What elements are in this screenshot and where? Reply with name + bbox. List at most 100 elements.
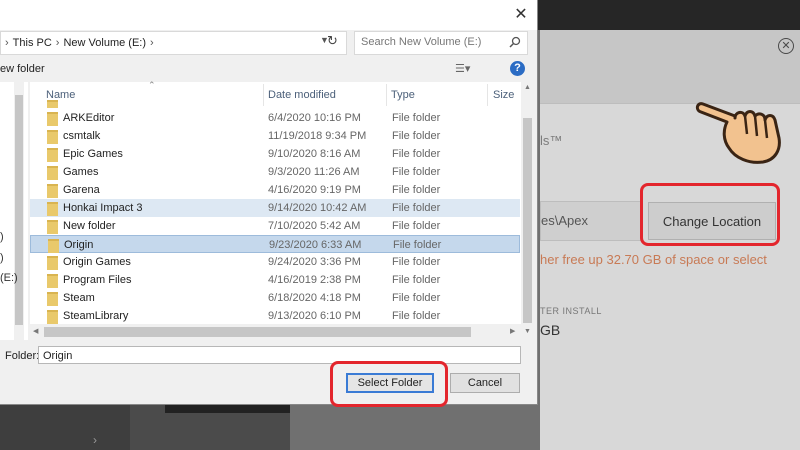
row-name: Games	[63, 166, 99, 178]
row-name: Origin	[64, 239, 94, 251]
pointing-hand-icon	[695, 102, 781, 164]
table-row-selected[interactable]: Origin 9/23/2020 6:33 AM File folder	[30, 235, 520, 253]
folder-icon	[47, 112, 58, 126]
search-placeholder: Search New Volume (E:)	[361, 36, 482, 48]
folder-icon	[47, 310, 58, 324]
row-date: 9/24/2020 3:36 PM	[268, 256, 361, 268]
folder-icon	[47, 256, 58, 270]
row-name: Steam	[63, 292, 95, 304]
row-date: 4/16/2020 9:19 PM	[268, 184, 361, 196]
nav-scrollbar-thumb[interactable]	[15, 95, 23, 325]
scroll-left-icon[interactable]: ◀	[33, 327, 38, 335]
dialog-close-icon[interactable]: ✕	[510, 4, 532, 26]
row-type: File folder	[393, 239, 442, 251]
game-title-fragment: ls™	[540, 133, 563, 148]
refresh-icon[interactable]: ↻	[327, 33, 338, 49]
search-icon[interactable]	[509, 36, 521, 48]
dialog-title-bar	[0, 0, 537, 30]
row-type: File folder	[392, 202, 441, 214]
after-install-size: GB	[540, 322, 561, 338]
row-name: Origin Games	[63, 256, 131, 268]
nav-item[interactable]: )	[0, 231, 4, 243]
scroll-right-icon[interactable]: ▶	[510, 327, 515, 335]
chevron-right-icon: ›	[93, 433, 97, 447]
table-row[interactable]: Origin Games 9/24/2020 3:36 PM File folder	[30, 253, 520, 271]
row-name: Program Files	[63, 274, 132, 286]
row-date: 9/14/2020 10:42 AM	[268, 202, 367, 214]
highlight-change-location	[640, 183, 780, 246]
folder-icon	[47, 274, 58, 288]
table-row[interactable]: Garena 4/16/2020 9:19 PM File folder	[30, 181, 520, 199]
sort-arrow-icon: ⌃	[148, 80, 156, 90]
nav-item-e-drive[interactable]: (E:)	[0, 272, 18, 284]
horizontal-scrollbar-thumb[interactable]	[44, 327, 471, 337]
row-name: Epic Games	[63, 148, 123, 160]
table-row-hovered[interactable]: Honkai Impact 3 9/14/2020 10:42 AM File fo…	[30, 199, 520, 217]
address-bar[interactable]: › This PC › New Volume (E:) › ▼	[0, 31, 347, 55]
row-name: ARKEditor	[63, 112, 115, 124]
breadcrumb-this-pc[interactable]: This PC	[13, 37, 52, 49]
row-type: File folder	[392, 274, 441, 286]
row-type: File folder	[392, 112, 441, 124]
row-type: File folder	[392, 220, 441, 232]
row-date: 9/23/2020 6:33 AM	[269, 239, 362, 251]
row-name: Garena	[63, 184, 100, 196]
install-path-value: es\Apex	[541, 213, 588, 228]
row-name: SteamLibrary	[63, 310, 129, 322]
vertical-scrollbar-thumb[interactable]	[523, 118, 532, 323]
row-name: Honkai Impact 3	[63, 202, 143, 214]
table-row[interactable]: Steam 6/18/2020 4:18 PM File folder	[30, 289, 520, 307]
chevron-right-icon: ›	[5, 37, 9, 49]
row-type: File folder	[392, 130, 441, 142]
row-type: File folder	[392, 310, 441, 322]
folder-icon	[47, 130, 58, 144]
row-date: 9/13/2020 6:10 PM	[268, 310, 361, 322]
scroll-down-icon[interactable]: ▼	[524, 328, 531, 335]
space-warning: her free up 32.70 GB of space or select	[540, 252, 767, 267]
row-date: 9/3/2020 11:26 AM	[268, 166, 360, 178]
row-type: File folder	[392, 166, 441, 178]
table-row[interactable]: Epic Games 9/10/2020 8:16 AM File folder	[30, 145, 520, 163]
row-date: 6/4/2020 10:16 PM	[268, 112, 361, 124]
scroll-up-icon[interactable]: ▲	[524, 84, 531, 91]
install-path-field[interactable]: es\Apex	[540, 201, 642, 241]
table-row[interactable]: ARKEditor 6/4/2020 10:16 PM File folder	[30, 109, 520, 127]
search-input[interactable]: Search New Volume (E:)	[354, 31, 528, 55]
chevron-right-icon: ›	[55, 37, 60, 49]
folder-icon	[47, 220, 58, 234]
breadcrumb-new-volume[interactable]: New Volume (E:)	[63, 37, 146, 49]
table-row[interactable]: SteamLibrary 9/13/2020 6:10 PM File folder	[30, 307, 520, 325]
row-name: New folder	[63, 220, 116, 232]
folder-icon	[47, 292, 58, 306]
row-type: File folder	[392, 148, 441, 160]
chevron-right-icon: ›	[150, 37, 154, 49]
row-date: 4/16/2019 2:38 PM	[268, 274, 361, 286]
row-date: 11/19/2018 9:34 PM	[268, 130, 367, 142]
folder-icon	[47, 166, 58, 180]
row-type: File folder	[392, 256, 441, 268]
nav-item[interactable]: )	[0, 252, 4, 264]
row-name: csmtalk	[63, 130, 101, 142]
new-folder-button[interactable]: ew folder	[0, 63, 45, 75]
folder-icon	[47, 148, 58, 162]
help-icon[interactable]: ?	[510, 61, 525, 76]
highlight-select-folder	[330, 361, 448, 407]
row-date: 6/18/2020 4:18 PM	[268, 292, 361, 304]
table-row[interactable]: csmtalk 11/19/2018 9:34 PM File folder	[30, 127, 520, 145]
after-install-label: TER INSTALL	[540, 306, 602, 316]
folder-icon	[47, 100, 58, 108]
folder-label: Folder:	[5, 350, 40, 362]
command-bar: ew folder ☰▾ ?	[0, 56, 537, 82]
row-date: 7/10/2020 5:42 AM	[268, 220, 361, 232]
table-row-partial[interactable]	[30, 100, 520, 108]
close-icon[interactable]: ✕	[778, 38, 794, 54]
table-row[interactable]: Games 9/3/2020 11:26 AM File folder	[30, 163, 520, 181]
cancel-button[interactable]: Cancel	[450, 373, 520, 393]
table-row[interactable]: New folder 7/10/2020 5:42 AM File folder	[30, 217, 520, 235]
folder-icon	[48, 239, 59, 253]
row-type: File folder	[392, 184, 441, 196]
folder-name-input[interactable]: Origin	[38, 346, 521, 364]
folder-icon	[47, 202, 58, 216]
view-options-icon[interactable]: ☰▾	[455, 62, 470, 75]
table-row[interactable]: Program Files 4/16/2019 2:38 PM File folde…	[30, 271, 520, 289]
